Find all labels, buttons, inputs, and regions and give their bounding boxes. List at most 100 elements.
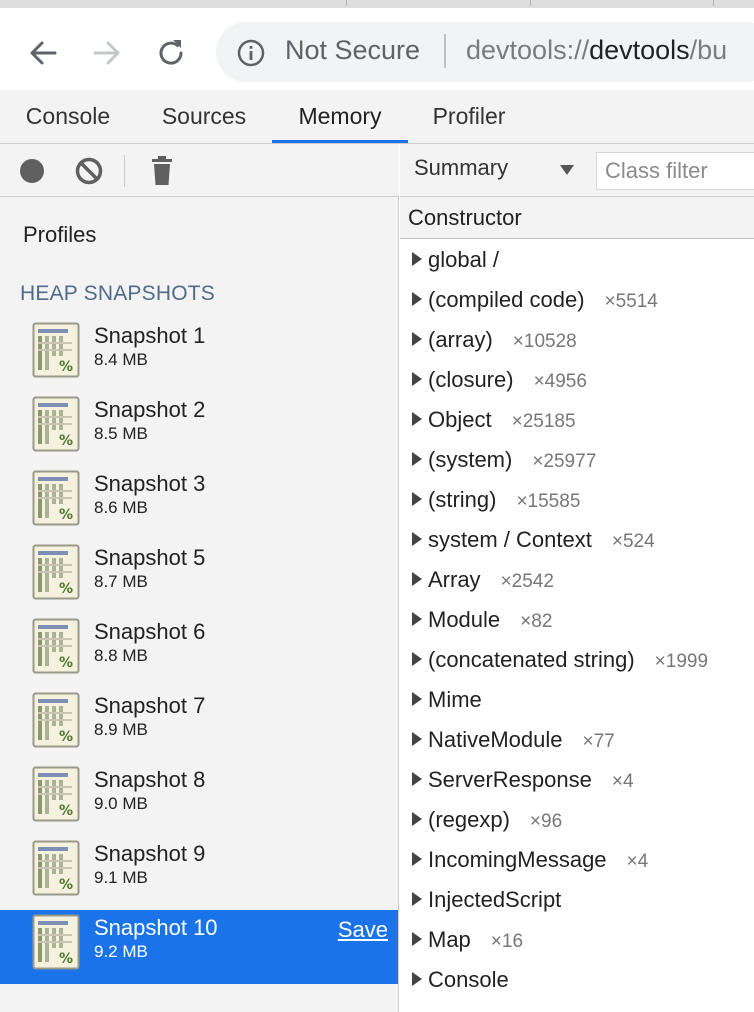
dropdown-arrow-icon[interactable] bbox=[558, 163, 576, 177]
expand-triangle-icon[interactable] bbox=[412, 652, 422, 666]
row-constructor: Module ×82 bbox=[428, 607, 552, 633]
collect-garbage-button[interactable] bbox=[145, 154, 179, 188]
tab-sources[interactable]: Sources bbox=[136, 90, 272, 143]
snapshot-name: Snapshot 2 bbox=[94, 397, 206, 422]
save-snapshot-link[interactable]: Save bbox=[338, 917, 388, 943]
snapshot-size: 9.2 MB bbox=[94, 942, 148, 961]
table-row[interactable]: (closure) ×4956 bbox=[400, 360, 754, 400]
tab-divider bbox=[530, 0, 531, 6]
instance-count: ×82 bbox=[520, 611, 553, 632]
table-row[interactable]: (concatenated string) ×1999 bbox=[400, 640, 754, 680]
snapshot-size: 8.8 MB bbox=[94, 646, 148, 665]
table-row[interactable]: global / bbox=[400, 240, 754, 280]
snapshot-item[interactable]: Snapshot 5 8.7 MB bbox=[0, 540, 398, 614]
table-row[interactable]: InjectedScript bbox=[400, 880, 754, 920]
reload-button[interactable] bbox=[148, 30, 194, 76]
constructor-name: (concatenated string) bbox=[428, 647, 635, 672]
expand-triangle-icon[interactable] bbox=[412, 772, 422, 786]
constructor-name: (regexp) bbox=[428, 807, 510, 832]
profiles-heading: Profiles bbox=[23, 222, 97, 247]
tab-profiler[interactable]: Profiler bbox=[408, 90, 530, 143]
instance-count: ×15585 bbox=[516, 491, 581, 512]
table-row[interactable]: (system) ×25977 bbox=[400, 440, 754, 480]
expand-triangle-icon[interactable] bbox=[412, 452, 422, 466]
table-row[interactable]: IncomingMessage ×4 bbox=[400, 840, 754, 880]
snapshot-item[interactable]: Snapshot 9 9.1 MB bbox=[0, 836, 398, 910]
row-constructor: InjectedScript bbox=[428, 887, 581, 913]
expand-triangle-icon[interactable] bbox=[412, 612, 422, 626]
snapshot-item[interactable]: Snapshot 1 8.4 MB bbox=[0, 318, 398, 392]
clear-profiles-button[interactable] bbox=[72, 154, 106, 188]
table-row[interactable]: NativeModule ×77 bbox=[400, 720, 754, 760]
snapshot-size: 9.0 MB bbox=[94, 794, 148, 813]
expand-triangle-icon[interactable] bbox=[412, 532, 422, 546]
table-row[interactable]: Console bbox=[400, 960, 754, 1000]
expand-triangle-icon[interactable] bbox=[412, 372, 422, 386]
snapshot-name: Snapshot 1 bbox=[94, 323, 206, 348]
expand-triangle-icon[interactable] bbox=[412, 332, 422, 346]
record-button[interactable] bbox=[15, 154, 49, 188]
expand-triangle-icon[interactable] bbox=[412, 892, 422, 906]
snapshot-item-selected[interactable]: Snapshot 10 9.2 MB Save bbox=[0, 910, 398, 984]
info-icon[interactable] bbox=[236, 38, 266, 68]
active-tab-indicator bbox=[272, 140, 408, 143]
class-filter-input[interactable] bbox=[596, 152, 754, 190]
table-row[interactable]: (regexp) ×96 bbox=[400, 800, 754, 840]
address-divider bbox=[444, 34, 446, 68]
expand-triangle-icon[interactable] bbox=[412, 412, 422, 426]
forward-button[interactable] bbox=[84, 30, 130, 76]
heap-view-toolbar: Summary bbox=[400, 144, 754, 197]
table-row[interactable]: Module ×82 bbox=[400, 600, 754, 640]
row-constructor: (compiled code) ×5514 bbox=[428, 287, 658, 313]
table-row[interactable]: Array ×2542 bbox=[400, 560, 754, 600]
heap-snapshot-icon bbox=[32, 322, 80, 378]
table-row[interactable]: (string) ×15585 bbox=[400, 480, 754, 520]
snapshot-size: 8.4 MB bbox=[94, 350, 148, 369]
snapshot-item[interactable]: Snapshot 6 8.8 MB bbox=[0, 614, 398, 688]
snapshot-list: Snapshot 1 8.4 MB Snapshot 2 8.5 MB Snap… bbox=[0, 318, 398, 984]
expand-triangle-icon[interactable] bbox=[412, 932, 422, 946]
expand-triangle-icon[interactable] bbox=[412, 812, 422, 826]
constructor-name: (closure) bbox=[428, 367, 514, 392]
row-constructor: Console bbox=[428, 967, 529, 993]
snapshot-item[interactable]: Snapshot 3 8.6 MB bbox=[0, 466, 398, 540]
view-mode-select[interactable]: Summary bbox=[414, 155, 508, 181]
security-status: Not Secure bbox=[285, 35, 421, 65]
constructor-column-header[interactable]: Constructor bbox=[400, 197, 754, 239]
table-row[interactable]: system / Context ×524 bbox=[400, 520, 754, 560]
table-row[interactable]: Mime bbox=[400, 680, 754, 720]
address-bar[interactable]: Not Secure devtools://devtools/bu bbox=[216, 22, 754, 82]
row-constructor: Array ×2542 bbox=[428, 567, 554, 593]
table-row[interactable]: Object ×25185 bbox=[400, 400, 754, 440]
snapshot-name: Snapshot 6 bbox=[94, 619, 206, 644]
snapshot-item[interactable]: Snapshot 2 8.5 MB bbox=[0, 392, 398, 466]
back-button[interactable] bbox=[20, 30, 66, 76]
snapshot-item[interactable]: Snapshot 7 8.9 MB bbox=[0, 688, 398, 762]
row-constructor: (closure) ×4956 bbox=[428, 367, 587, 393]
column-header-label: Constructor bbox=[408, 205, 522, 230]
expand-triangle-icon[interactable] bbox=[412, 572, 422, 586]
instance-count: ×77 bbox=[582, 731, 615, 752]
constructor-name: Module bbox=[428, 607, 501, 632]
tab-strip-edge bbox=[0, 0, 754, 8]
url-text[interactable]: devtools://devtools/bu bbox=[466, 35, 727, 66]
expand-triangle-icon[interactable] bbox=[412, 732, 422, 746]
expand-triangle-icon[interactable] bbox=[412, 492, 422, 506]
table-row[interactable]: (compiled code) ×5514 bbox=[400, 280, 754, 320]
tab-memory[interactable]: Memory bbox=[272, 90, 408, 143]
heap-snapshot-icon bbox=[32, 618, 80, 674]
constructor-name: InjectedScript bbox=[428, 887, 562, 912]
snapshot-name: Snapshot 7 bbox=[94, 693, 206, 718]
expand-triangle-icon[interactable] bbox=[412, 252, 422, 266]
expand-triangle-icon[interactable] bbox=[412, 852, 422, 866]
table-row[interactable]: ServerResponse ×4 bbox=[400, 760, 754, 800]
row-constructor: system / Context ×524 bbox=[428, 527, 655, 553]
expand-triangle-icon[interactable] bbox=[412, 692, 422, 706]
expand-triangle-icon[interactable] bbox=[412, 972, 422, 986]
table-row[interactable]: Map ×16 bbox=[400, 920, 754, 960]
heap-snapshot-icon bbox=[32, 840, 80, 896]
snapshot-item[interactable]: Snapshot 8 9.0 MB bbox=[0, 762, 398, 836]
tab-console[interactable]: Console bbox=[0, 90, 136, 143]
table-row[interactable]: (array) ×10528 bbox=[400, 320, 754, 360]
expand-triangle-icon[interactable] bbox=[412, 292, 422, 306]
